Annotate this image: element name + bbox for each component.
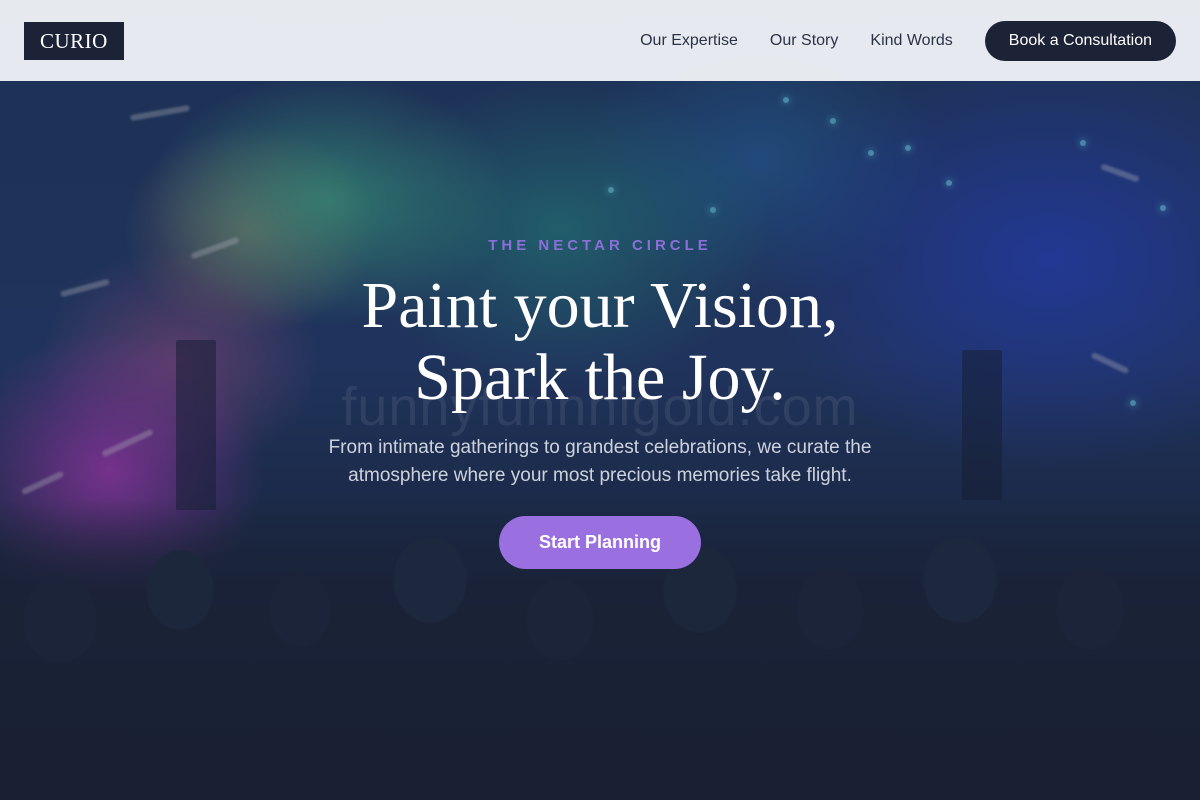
book-consultation-button[interactable]: Book a Consultation xyxy=(984,20,1176,61)
hero-headline-line-2: Spark the Joy. xyxy=(414,341,786,414)
hero-eyebrow: THE NECTAR CIRCLE xyxy=(488,237,712,254)
nav-link-kind-words[interactable]: Kind Words xyxy=(870,32,952,50)
hero-subtext: From intimate gatherings to grandest cel… xyxy=(328,437,872,486)
site-header: CURIO Our Expertise Our Story Kind Words… xyxy=(0,0,1200,81)
logo[interactable]: CURIO xyxy=(24,21,124,60)
start-planning-button[interactable]: Start Planning xyxy=(499,516,701,569)
hero-section: THE NECTAR CIRCLE Paint your Vision, Spa… xyxy=(0,81,1200,569)
nav-link-our-story[interactable]: Our Story xyxy=(770,32,838,50)
nav-link-our-expertise[interactable]: Our Expertise xyxy=(640,32,738,50)
main-nav: Our Expertise Our Story Kind Words Book … xyxy=(640,20,1176,61)
landing-page: CURIO Our Expertise Our Story Kind Words… xyxy=(0,0,1200,800)
hero-headline-line-1: Paint your Vision, xyxy=(361,269,839,342)
hero-headline: Paint your Vision, Spark the Joy. xyxy=(0,270,1200,414)
